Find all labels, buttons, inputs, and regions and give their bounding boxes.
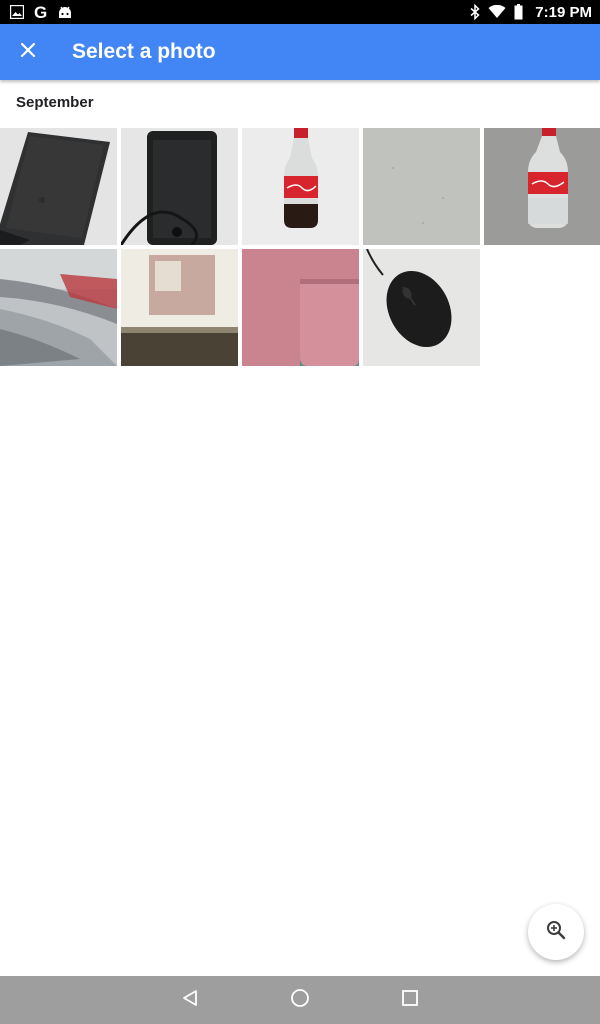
back-button[interactable] [160,976,220,1024]
status-right-icons: 7:19 PM [470,0,592,24]
status-left-icons: G [10,0,73,24]
wifi-icon [488,5,506,19]
photo-thumbnail[interactable] [363,249,480,366]
photo-thumbnail[interactable] [121,128,238,245]
photo-thumbnail[interactable] [242,128,359,245]
photo-thumbnail[interactable] [242,249,359,366]
zoom-button[interactable] [528,904,584,960]
recents-button[interactable] [380,976,440,1024]
photo-thumbnail[interactable] [121,249,238,366]
bluetooth-icon [470,4,480,20]
status-time: 7:19 PM [535,3,592,21]
google-icon: G [34,2,48,22]
photo-grid [0,128,600,366]
screen: G 7:19 PM Select a photo September [0,0,600,1024]
battery-icon [514,4,523,20]
zoom-in-icon [545,919,567,946]
photo-thumbnail[interactable] [363,128,480,245]
home-icon [290,988,310,1013]
home-button[interactable] [270,976,330,1024]
close-icon [20,42,36,63]
photo-thumbnail[interactable] [484,128,600,245]
status-bar: G 7:19 PM [0,0,600,24]
navigation-bar [0,976,600,1024]
app-bar: Select a photo [0,24,600,80]
android-icon [57,5,73,19]
photo-thumbnail[interactable] [0,128,117,245]
photo-thumbnail[interactable] [0,249,117,366]
section-header-month: September [16,94,94,111]
page-title: Select a photo [72,40,216,63]
close-button[interactable] [6,30,50,74]
recents-icon [401,989,419,1012]
back-icon [181,989,199,1012]
image-icon [10,5,24,19]
